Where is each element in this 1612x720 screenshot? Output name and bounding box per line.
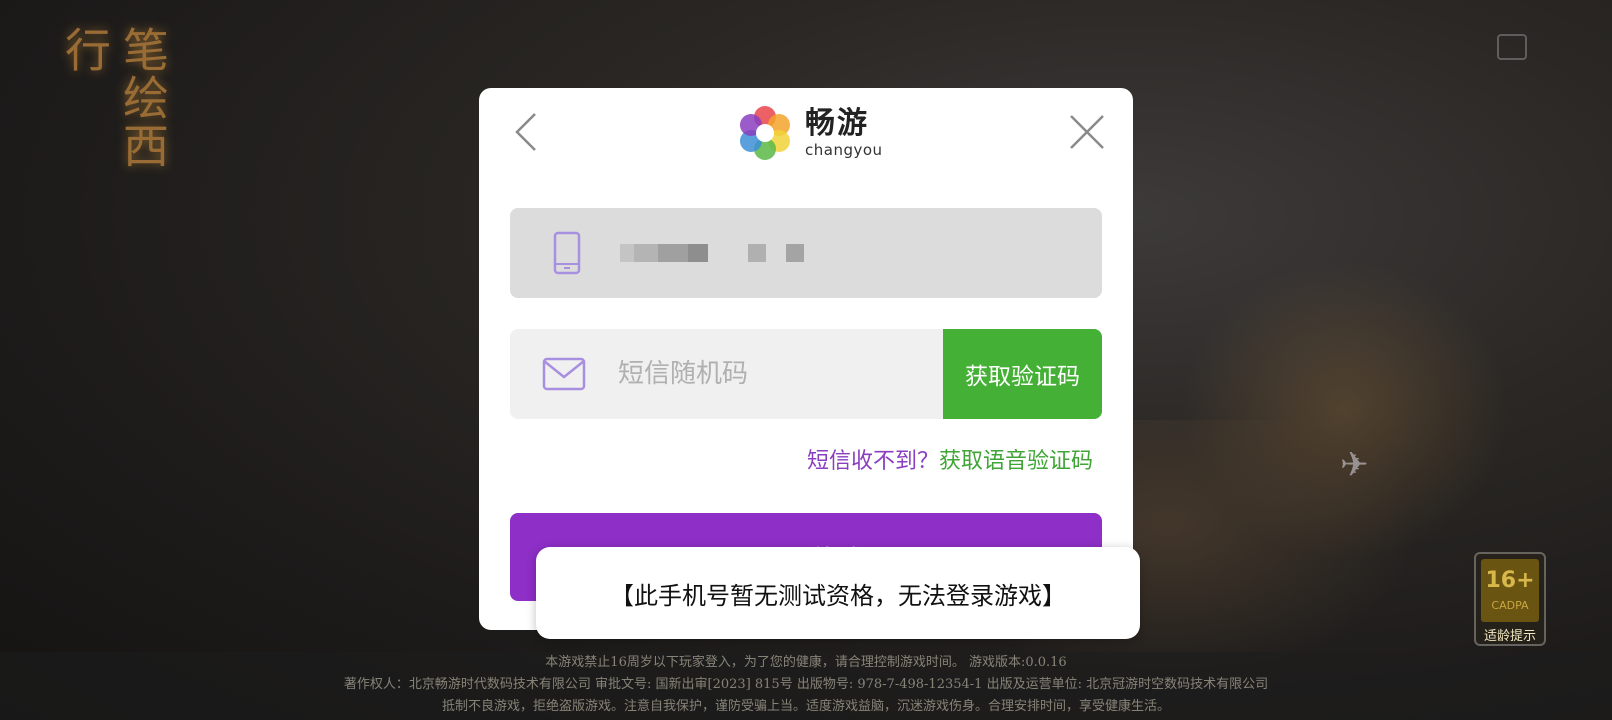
brand-name-cn: 畅游 <box>805 105 869 141</box>
game-title-art: 笔绘西行 <box>58 26 170 170</box>
age-rating-label: 适龄提示 <box>1483 629 1536 644</box>
age-rating-value: 16+ <box>1485 568 1535 593</box>
smartphone-icon <box>553 231 581 275</box>
notice-icon[interactable] <box>1497 34 1527 60</box>
error-toast: 【此手机号暂无测试资格，无法登录游戏】 <box>536 547 1140 639</box>
rating-org: CADPA <box>1491 599 1529 612</box>
sms-code-field: 获取验证码 <box>510 329 1102 419</box>
age-rating-badge[interactable]: 16+ CADPA 适龄提示 <box>1474 552 1546 646</box>
changyou-flower-logo-icon <box>740 106 790 160</box>
brand-name-en: changyou <box>805 140 883 159</box>
footer-line-2: 著作权人：北京畅游时代数码技术有限公司 审批文号: 国新出审[2023] 815… <box>343 677 1269 692</box>
envelope-icon <box>542 357 586 391</box>
phone-number-field[interactable] <box>510 208 1102 298</box>
crane-icon: ✈ <box>1340 445 1369 485</box>
masked-phone-number <box>620 244 804 262</box>
footer-line-1: 本游戏禁止16周岁以下玩家登入，为了您的健康，请合理控制游戏时间。 游戏版本:0… <box>545 655 1067 670</box>
legal-footer: 本游戏禁止16周岁以下玩家登入，为了您的健康，请合理控制游戏时间。 游戏版本:0… <box>0 652 1612 720</box>
sms-not-received-text: 短信收不到？ <box>806 449 939 474</box>
voice-code-prompt: 短信收不到？获取语音验证码 <box>807 443 1093 475</box>
changyou-brand: 畅游 changyou <box>737 104 883 162</box>
get-verification-code-button[interactable]: 获取验证码 <box>943 329 1102 419</box>
back-button[interactable] <box>509 112 549 152</box>
sms-code-input[interactable] <box>616 358 920 390</box>
age-rating-icon: 16+ CADPA <box>1481 559 1539 622</box>
close-button[interactable] <box>1067 112 1107 152</box>
close-icon <box>1070 115 1104 149</box>
get-voice-code-link[interactable]: 获取语音验证码 <box>939 449 1093 474</box>
footer-line-3: 抵制不良游戏，拒绝盗版游戏。注意自我保护，谨防受骗上当。适度游戏益脑，沉迷游戏伤… <box>441 699 1170 714</box>
chevron-left-icon <box>515 113 536 151</box>
